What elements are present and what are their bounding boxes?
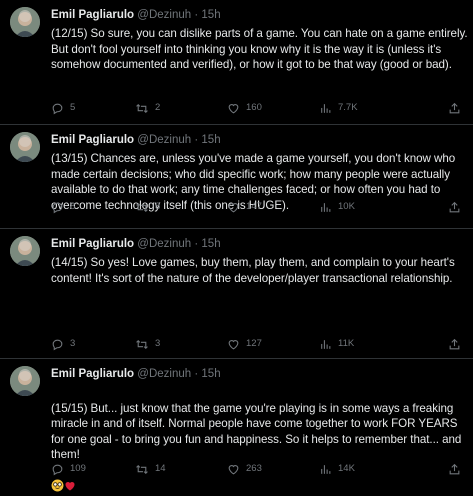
- reply-button[interactable]: 8: [51, 199, 75, 215]
- retweet-button[interactable]: 2: [135, 100, 160, 116]
- retweet-count: 8: [155, 201, 161, 212]
- like-count: 263: [246, 463, 262, 474]
- tweet[interactable]: Emil Pagliarulo @Dezinuh · 15h (15/15) B…: [0, 359, 473, 492]
- reply-icon: [52, 339, 63, 350]
- tweet-text-container: (15/15) But... just know that the game y…: [51, 385, 469, 496]
- avatar[interactable]: [10, 132, 40, 162]
- views-button[interactable]: 14K: [319, 461, 355, 477]
- tweet-header: Emil Pagliarulo @Dezinuh · 15h: [51, 367, 221, 381]
- share-icon: [449, 338, 460, 349]
- retweet-button[interactable]: 8: [135, 199, 160, 215]
- timestamp[interactable]: 15h: [201, 368, 220, 380]
- share-button[interactable]: [448, 336, 467, 352]
- reply-button[interactable]: 5: [51, 100, 75, 116]
- views-button[interactable]: 11K: [319, 336, 354, 352]
- timestamp[interactable]: 15h: [201, 238, 220, 250]
- author-handle[interactable]: @Dezinuh: [137, 368, 191, 380]
- tweet[interactable]: Emil Pagliarulo @Dezinuh · 15h (14/15) S…: [0, 229, 473, 359]
- views-count: 10K: [338, 201, 355, 212]
- tweet-actions: 3 3 127 11K: [51, 336, 463, 352]
- like-count: 147: [246, 201, 262, 212]
- like-icon: [228, 339, 239, 349]
- tweet-text: (14/15) So yes! Love games, buy them, pl…: [51, 256, 455, 285]
- reply-count: 8: [70, 201, 76, 212]
- like-count: 160: [246, 102, 262, 113]
- like-icon: [228, 202, 239, 212]
- retweet-icon: [136, 103, 148, 113]
- author-name[interactable]: Emil Pagliarulo: [51, 134, 134, 146]
- retweet-icon: [136, 464, 148, 474]
- share-button[interactable]: [448, 100, 467, 116]
- share-icon: [449, 463, 460, 474]
- like-count: 127: [246, 338, 262, 349]
- views-icon: [321, 464, 331, 474]
- reply-button[interactable]: 109: [51, 461, 86, 477]
- views-count: 7.7K: [338, 102, 358, 113]
- author-handle[interactable]: @Dezinuh: [137, 134, 191, 146]
- tweet-text: (12/15) So sure, you can dislike parts o…: [51, 27, 468, 72]
- separator-dot: ·: [194, 134, 199, 146]
- reply-count: 3: [70, 338, 76, 349]
- reply-icon: [52, 464, 63, 475]
- tweet-actions: 5 2 160 7.7K: [51, 100, 463, 116]
- retweet-count: 2: [155, 102, 161, 113]
- tweet-text: (15/15) But... just know that the game y…: [51, 401, 462, 462]
- separator-dot: ·: [194, 238, 199, 250]
- tweet-header: Emil Pagliarulo @Dezinuh · 15h: [51, 8, 221, 22]
- like-button[interactable]: 160: [227, 100, 262, 116]
- share-button[interactable]: [448, 461, 467, 477]
- like-button[interactable]: 127: [227, 336, 262, 352]
- author-name[interactable]: Emil Pagliarulo: [51, 9, 134, 21]
- reply-icon: [52, 202, 63, 213]
- retweet-icon: [136, 202, 148, 212]
- avatar[interactable]: [10, 7, 40, 37]
- like-icon: [228, 103, 239, 113]
- separator-dot: ·: [194, 368, 199, 380]
- like-button[interactable]: 263: [227, 461, 262, 477]
- retweet-count: 14: [155, 463, 166, 474]
- author-handle[interactable]: @Dezinuh: [137, 9, 191, 21]
- share-button[interactable]: [448, 199, 467, 215]
- timestamp[interactable]: 15h: [201, 134, 220, 146]
- tweet[interactable]: Emil Pagliarulo @Dezinuh · 15h (12/15) S…: [0, 0, 473, 125]
- views-button[interactable]: 7.7K: [319, 100, 358, 116]
- avatar[interactable]: [10, 236, 40, 266]
- share-icon: [449, 102, 460, 113]
- views-count: 14K: [338, 463, 355, 474]
- author-name[interactable]: Emil Pagliarulo: [51, 238, 134, 250]
- retweet-button[interactable]: 14: [135, 461, 166, 477]
- views-button[interactable]: 10K: [319, 199, 355, 215]
- reply-icon: [52, 103, 63, 114]
- views-icon: [321, 202, 331, 212]
- views-count: 11K: [338, 338, 355, 349]
- reply-count: 109: [70, 463, 86, 474]
- views-icon: [321, 339, 331, 349]
- author-name[interactable]: Emil Pagliarulo: [51, 368, 134, 380]
- views-icon: [321, 103, 331, 113]
- tweet-header: Emil Pagliarulo @Dezinuh · 15h: [51, 133, 221, 147]
- tweet-actions: 8 8 147 10K: [51, 199, 463, 215]
- retweet-icon: [136, 339, 148, 349]
- like-button[interactable]: 147: [227, 199, 262, 215]
- author-handle[interactable]: @Dezinuh: [137, 238, 191, 250]
- avatar[interactable]: [10, 366, 40, 396]
- separator-dot: ·: [194, 9, 199, 21]
- retweet-button[interactable]: 3: [135, 336, 160, 352]
- tweet-actions: 109 14 263 14K: [51, 461, 463, 477]
- tweet-header: Emil Pagliarulo @Dezinuh · 15h: [51, 237, 221, 251]
- timestamp[interactable]: 15h: [201, 9, 220, 21]
- tweet-feed: Emil Pagliarulo @Dezinuh · 15h (12/15) S…: [0, 0, 473, 492]
- reply-button[interactable]: 3: [51, 336, 75, 352]
- tweet[interactable]: Emil Pagliarulo @Dezinuh · 15h (13/15) C…: [0, 125, 473, 229]
- like-icon: [228, 464, 239, 474]
- share-icon: [449, 201, 460, 212]
- reply-count: 5: [70, 102, 76, 113]
- retweet-count: 3: [155, 338, 161, 349]
